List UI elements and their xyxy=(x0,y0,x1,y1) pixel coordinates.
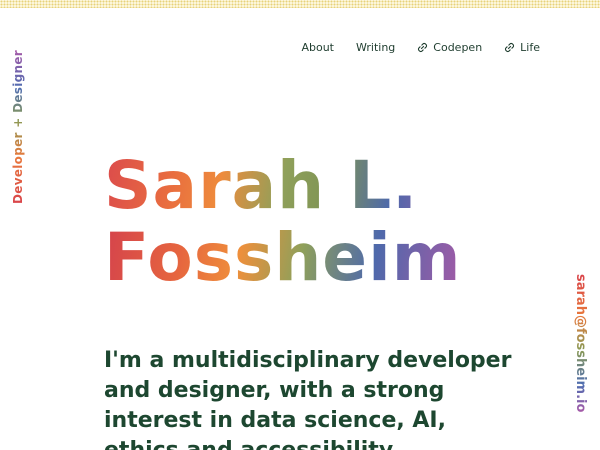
link-icon xyxy=(505,42,515,53)
hero-name: Sarah L. Fossheim xyxy=(104,150,461,294)
nav-link-life-label: Life xyxy=(520,41,540,54)
nav-link-writing[interactable]: Writing xyxy=(356,41,395,54)
decorative-top-stripe xyxy=(0,0,600,8)
nav-link-codepen-label: Codepen xyxy=(433,41,483,54)
nav-link-writing-label: Writing xyxy=(355,41,396,54)
nav-link-life[interactable]: Life xyxy=(504,41,540,54)
nav-link-codepen[interactable]: Codepen xyxy=(417,41,482,54)
email-link[interactable]: sarah@fossheim.io xyxy=(573,274,588,412)
hero-name-line2: Fossheim xyxy=(104,219,462,296)
main-nav: About Writing Codepen Life xyxy=(301,41,540,54)
nav-link-about-label: About xyxy=(301,41,334,54)
vertical-tagline: Developer + Designer xyxy=(11,49,25,204)
nav-link-about[interactable]: About xyxy=(301,41,334,54)
link-icon xyxy=(418,42,428,53)
hero-intro: I'm a multidisciplinary developer and de… xyxy=(104,348,512,450)
hero-name-line1: Sarah L. xyxy=(104,150,461,222)
page: About Writing Codepen Life Developer + D… xyxy=(0,0,600,450)
